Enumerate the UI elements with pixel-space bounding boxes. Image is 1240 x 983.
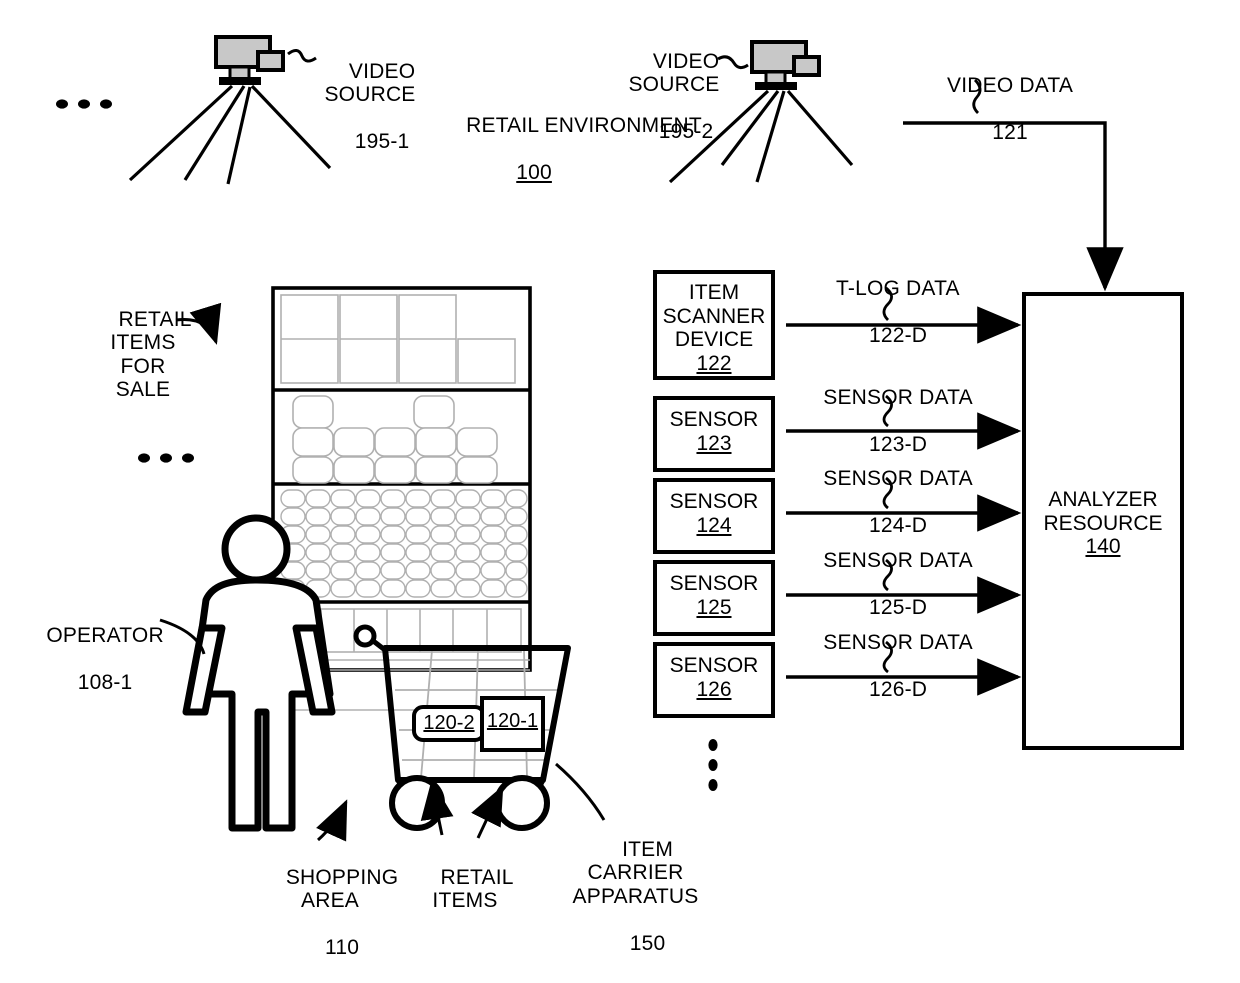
- analyzer-resource-text: ANALYZER RESOURCE 140: [1043, 488, 1163, 559]
- signal-label-tlog-122d: T-LOG DATA 122-D: [836, 276, 960, 347]
- cart-item-120-2-label: 120-2: [423, 712, 475, 734]
- sensor-125-text: SENSOR 125: [669, 572, 759, 619]
- patent-figure-retail-environment: VIDEO SOURCE 195-1 RETAIL ENVIRONMENT 100…: [0, 0, 1240, 959]
- sensor-126-text: SENSOR 126: [669, 654, 759, 701]
- shopping-area-arrow: [316, 799, 348, 842]
- item-carrier-apparatus-label: ITEM CARRIER APPARATUS 150: [572, 837, 699, 955]
- sensor-124-text: SENSOR 124: [669, 490, 759, 537]
- signal-label-sensor-126d: SENSOR DATA 126-D: [823, 630, 973, 701]
- cart-item-120-1-label: 120-1: [486, 710, 539, 732]
- item-scanner-device-text: ITEM SCANNER DEVICE 122: [662, 281, 766, 375]
- video-data-label: VIDEO DATA 121: [947, 73, 1074, 144]
- retail-items-for-sale-label: RETAIL ITEMS FOR SALE: [110, 307, 192, 402]
- ellipsis-mid-left: [138, 453, 194, 463]
- item-carrier-leader: [555, 762, 606, 821]
- vertical-ellipsis-icon: [708, 739, 718, 791]
- sensor-123-text: SENSOR 123: [669, 408, 759, 455]
- shopping-area-label: SHOPPING AREA 110: [285, 865, 399, 960]
- ellipsis-top-left: [56, 99, 112, 109]
- video-source-2-label: VIDEO SOURCE 195-2: [628, 49, 720, 144]
- retail-items-label: RETAIL ITEMS: [432, 865, 514, 913]
- operator-label: OPERATOR 108-1: [46, 623, 164, 694]
- video-source-1-label: VIDEO SOURCE 195-1: [324, 59, 416, 154]
- cart-wheel-right: [494, 775, 550, 831]
- page-title: RETAIL ENVIRONMENT 100: [466, 113, 702, 184]
